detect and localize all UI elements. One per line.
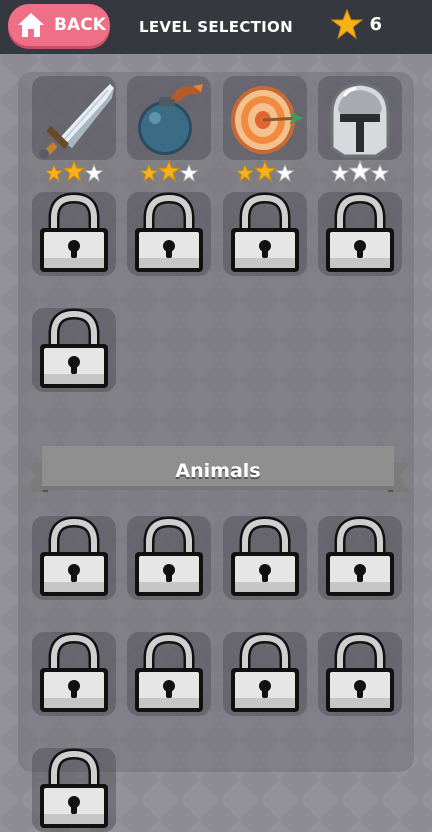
lock-icon bbox=[231, 632, 299, 712]
lock-icon bbox=[231, 516, 299, 596]
star-filled-icon bbox=[140, 164, 158, 182]
level-tile[interactable] bbox=[32, 76, 116, 160]
back-label: BACK bbox=[54, 15, 106, 35]
star-filled-icon bbox=[254, 160, 276, 182]
level-tile-locked[interactable] bbox=[32, 748, 116, 832]
level-tile-locked[interactable] bbox=[127, 192, 211, 276]
star-empty-icon bbox=[349, 160, 371, 182]
level-tile-locked[interactable] bbox=[318, 632, 402, 716]
target-icon bbox=[231, 86, 303, 154]
level-tile-locked[interactable] bbox=[32, 632, 116, 716]
star-empty-icon bbox=[276, 164, 294, 182]
sword-icon bbox=[39, 84, 114, 159]
level-stars bbox=[223, 158, 307, 182]
star-filled-icon bbox=[45, 164, 63, 182]
back-button[interactable]: BACK bbox=[8, 4, 110, 46]
level-tile-locked[interactable] bbox=[127, 632, 211, 716]
level-tile[interactable] bbox=[223, 76, 307, 160]
lock-icon bbox=[40, 192, 108, 272]
lock-icon bbox=[326, 632, 394, 712]
level-tile-locked[interactable] bbox=[32, 516, 116, 600]
star-counter: 6 bbox=[331, 8, 382, 40]
level-tile[interactable] bbox=[318, 76, 402, 160]
level-stars bbox=[32, 158, 116, 182]
star-empty-icon bbox=[331, 164, 349, 182]
helmet-icon bbox=[330, 82, 390, 158]
page-title: LEVEL SELECTION bbox=[139, 18, 293, 36]
star-filled-icon bbox=[236, 164, 254, 182]
home-icon bbox=[18, 13, 44, 37]
level-tile-locked[interactable] bbox=[127, 516, 211, 600]
star-empty-icon bbox=[371, 164, 389, 182]
level-stars bbox=[127, 158, 211, 182]
bomb-icon bbox=[138, 84, 203, 155]
lock-icon bbox=[326, 516, 394, 596]
star-empty-icon bbox=[85, 164, 103, 182]
star-total: 6 bbox=[369, 13, 382, 35]
lock-icon bbox=[40, 632, 108, 712]
top-bar: BACK LEVEL SELECTION 6 bbox=[0, 0, 432, 54]
star-filled-icon bbox=[158, 160, 180, 182]
level-tile-locked[interactable] bbox=[32, 308, 116, 392]
lock-icon bbox=[231, 192, 299, 272]
level-tile-locked[interactable] bbox=[223, 516, 307, 600]
level-tile-locked[interactable] bbox=[318, 192, 402, 276]
level-tile-locked[interactable] bbox=[223, 632, 307, 716]
section-title: Animals bbox=[175, 460, 261, 482]
level-tile[interactable] bbox=[127, 76, 211, 160]
lock-icon bbox=[40, 748, 108, 828]
level-stars bbox=[318, 158, 402, 182]
lock-icon bbox=[135, 632, 203, 712]
lock-icon bbox=[135, 192, 203, 272]
lock-icon bbox=[40, 516, 108, 596]
lock-icon bbox=[40, 308, 108, 388]
star-icon bbox=[331, 8, 364, 40]
lock-icon bbox=[326, 192, 394, 272]
section-banner-animals: Animals bbox=[26, 444, 410, 498]
star-empty-icon bbox=[180, 164, 198, 182]
level-tile-locked[interactable] bbox=[32, 192, 116, 276]
lock-icon bbox=[135, 516, 203, 596]
level-tile-locked[interactable] bbox=[318, 516, 402, 600]
level-tile-locked[interactable] bbox=[223, 192, 307, 276]
star-filled-icon bbox=[63, 160, 85, 182]
